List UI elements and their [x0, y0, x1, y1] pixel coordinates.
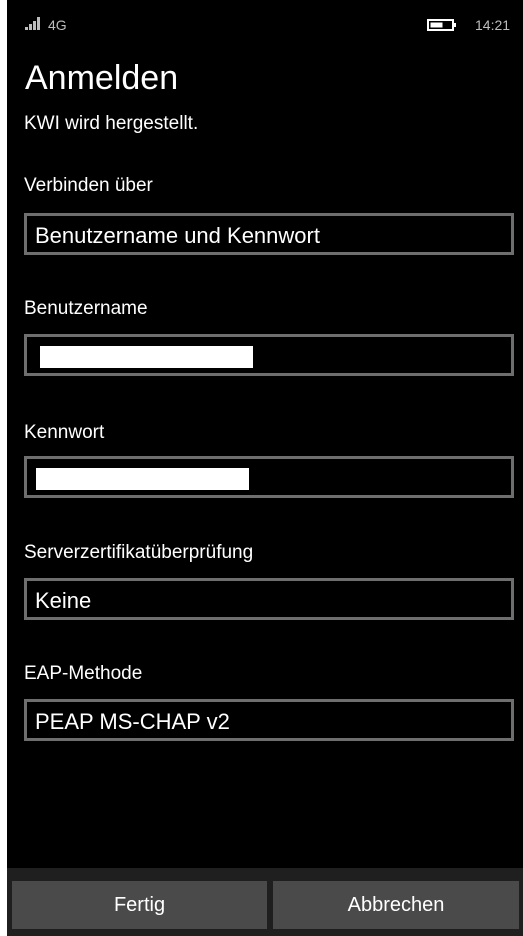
eap-method-value: PEAP MS-CHAP v2 [35, 709, 230, 734]
eap-method-select[interactable]: PEAP MS-CHAP v2 [24, 699, 514, 741]
page-title: Anmelden [25, 59, 179, 97]
server-certificate-select[interactable]: Keine [24, 578, 514, 620]
server-certificate-label: Serverzertifikatüberprüfung [24, 542, 254, 563]
username-input[interactable] [24, 334, 514, 376]
password-input[interactable] [24, 456, 514, 498]
password-redaction [36, 468, 249, 490]
network-type: 4G [48, 17, 67, 33]
cancel-button[interactable]: Abbrechen [273, 881, 519, 929]
app-bar: Fertig Abbrechen [7, 868, 523, 936]
signal-strength-icon [25, 17, 40, 30]
battery-icon [427, 19, 456, 31]
eap-method-label: EAP-Methode [24, 663, 143, 684]
connect-via-select[interactable]: Benutzername und Kennwort [24, 213, 514, 255]
username-label: Benutzername [24, 298, 148, 319]
done-button[interactable]: Fertig [12, 881, 267, 929]
phone-screen: 4G 14:21 Anmelden KWI wird hergestellt. … [7, 0, 523, 936]
clock: 14:21 [475, 17, 511, 33]
username-redaction [40, 346, 253, 368]
server-certificate-value: Keine [35, 588, 92, 613]
connect-via-label: Verbinden über [24, 175, 153, 196]
password-label: Kennwort [24, 422, 105, 443]
status-bar: 4G 14:21 [7, 0, 523, 52]
connect-via-value: Benutzername und Kennwort [35, 223, 320, 248]
connection-status-text: KWI wird hergestellt. [24, 113, 199, 134]
form-content[interactable]: KWI wird hergestellt. Verbinden über Ben… [7, 106, 523, 868]
